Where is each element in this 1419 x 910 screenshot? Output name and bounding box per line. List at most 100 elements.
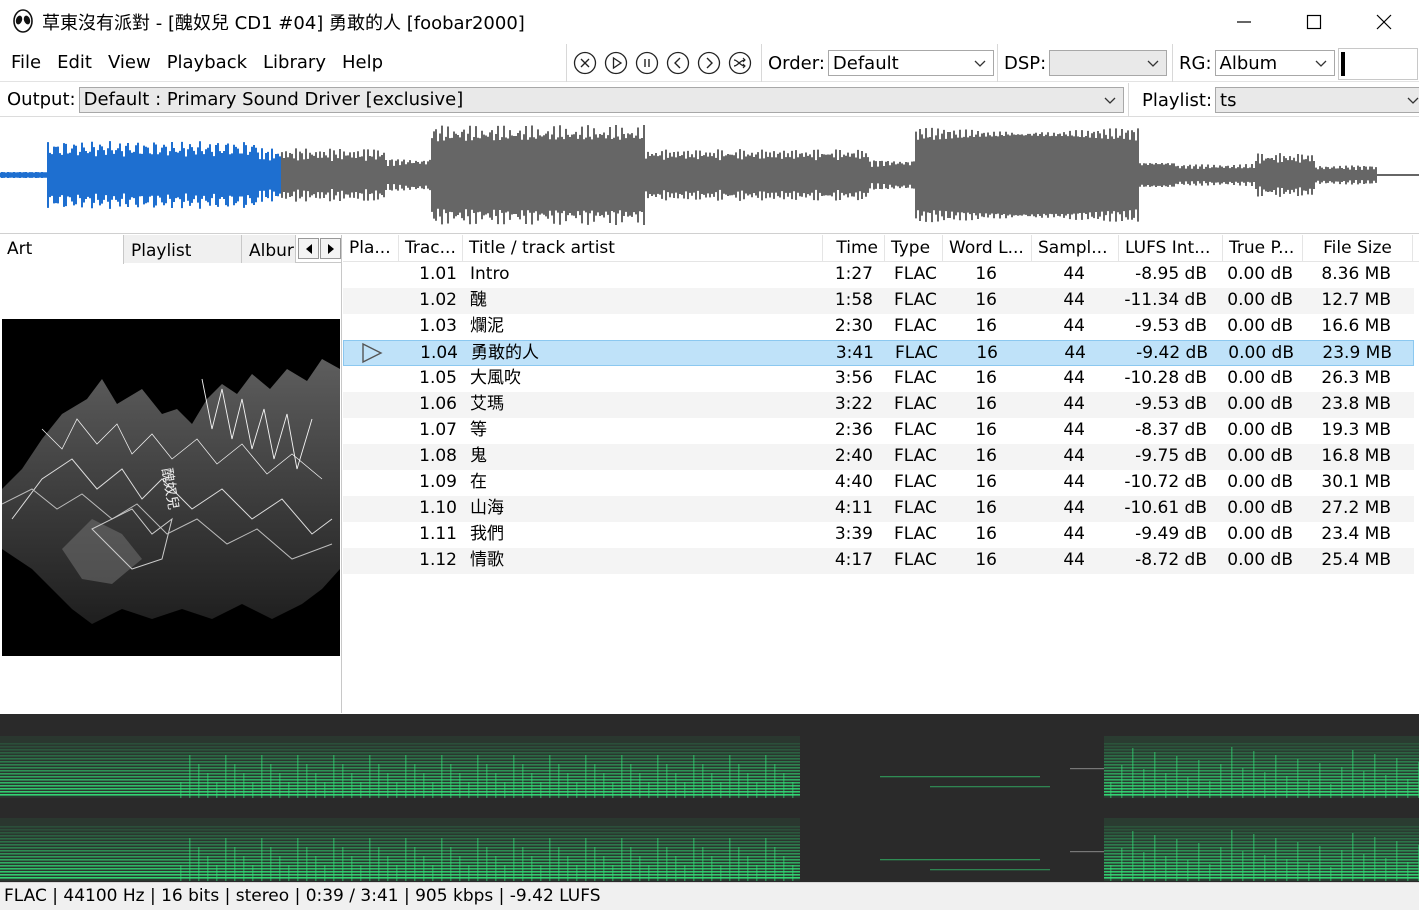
track-type: FLAC (894, 394, 937, 414)
rg-select[interactable]: Album (1214, 50, 1335, 76)
output-select[interactable]: Default : Primary Sound Driver [exclusiv… (78, 86, 1124, 113)
track-number: 1.11 (419, 524, 457, 544)
track-title: Intro (470, 264, 510, 284)
output-row: Output: Default : Primary Sound Driver [… (0, 83, 1419, 117)
volume-level (1341, 52, 1345, 76)
track-title: 情歌 (470, 550, 504, 570)
track-file-size: 16.6 MB (1321, 316, 1391, 336)
column-word-length[interactable]: Word L... (943, 235, 1032, 262)
menu-help[interactable]: Help (334, 44, 391, 82)
caret-right-icon (327, 243, 334, 254)
track-number: 1.07 (419, 420, 457, 440)
waveform-played (0, 141, 281, 209)
track-sample-rate: 44 (1063, 420, 1085, 440)
menu-playback[interactable]: Playback (159, 44, 255, 82)
track-file-size: 8.36 MB (1321, 264, 1391, 284)
track-file-size: 16.8 MB (1321, 446, 1391, 466)
table-row[interactable]: 1.03 爛泥 2:30 FLAC 16 44 -9.53 dB 0.00 dB 16.6 MB (343, 314, 1414, 340)
chevron-down-icon (1147, 60, 1159, 67)
menu-edit[interactable]: Edit (49, 44, 100, 82)
track-time: 3:39 (834, 524, 873, 544)
column-title[interactable]: Title / track artist (463, 235, 823, 262)
track-sample-rate: 44 (1063, 550, 1085, 570)
chevron-down-icon (1407, 97, 1419, 104)
minimize-button[interactable] (1209, 0, 1279, 44)
maximize-button[interactable] (1279, 0, 1349, 44)
track-sample-rate: 44 (1063, 498, 1085, 518)
table-row[interactable]: 1.12 情歌 4:17 FLAC 16 44 -8.72 dB 0.00 dB 25.4 MB (343, 548, 1414, 574)
column-true-peak[interactable]: True P... (1223, 235, 1303, 262)
tab-art[interactable]: Art (0, 235, 124, 264)
track-lufs: -9.53 dB (1135, 316, 1207, 336)
track-title: 在 (470, 472, 487, 492)
column-sample-rate[interactable]: Sampl... (1032, 235, 1119, 262)
close-button[interactable] (1349, 0, 1419, 44)
track-time: 3:22 (834, 394, 873, 414)
minimize-icon (1237, 21, 1251, 23)
track-true-peak: 0.00 dB (1227, 472, 1293, 492)
table-row[interactable]: 1.01 Intro 1:27 FLAC 16 44 -8.95 dB 0.00 dB 8.36… (343, 262, 1414, 288)
track-sample-rate: 44 (1064, 343, 1086, 363)
spectrogram-graphic (0, 736, 1419, 881)
dsp-select[interactable] (1049, 50, 1168, 76)
column-lufs[interactable]: LUFS Int... (1119, 235, 1223, 262)
menu-file[interactable]: File (0, 44, 49, 82)
previous-icon[interactable] (666, 51, 690, 75)
table-row[interactable]: 1.04 勇敢的人 3:41 FLAC 16 44 -9.42 dB 0.00 dB 23.9 … (343, 340, 1414, 366)
table-row[interactable]: 1.10 山海 4:11 FLAC 16 44 -10.61 dB 0.00 dB 27.2 M… (343, 496, 1414, 522)
output-value: Default : Primary Sound Driver [exclusiv… (83, 89, 464, 110)
track-type: FLAC (894, 550, 937, 570)
playlist-select[interactable]: ts (1215, 87, 1419, 113)
track-word-length: 16 (975, 368, 997, 388)
table-row[interactable]: 1.09 在 4:40 FLAC 16 44 -10.72 dB 0.00 dB 30.1 MB (343, 470, 1414, 496)
menu-view[interactable]: View (100, 44, 159, 82)
waveform-seekbar[interactable] (0, 117, 1419, 234)
column-type[interactable]: Type (885, 235, 943, 262)
track-title: 鬼 (470, 446, 487, 466)
track-word-length: 16 (975, 264, 997, 284)
album-art-image: 醜奴兒 (2, 319, 340, 656)
table-row[interactable]: 1.07 等 2:36 FLAC 16 44 -8.37 dB 0.00 dB 19.3 MB (343, 418, 1414, 444)
table-row[interactable]: 1.05 大風吹 3:56 FLAC 16 44 -10.28 dB 0.00 dB 26.3 … (343, 366, 1414, 392)
order-select[interactable]: Default (827, 50, 994, 76)
pause-icon[interactable] (635, 51, 659, 75)
table-row[interactable]: 1.06 艾瑪 3:22 FLAC 16 44 -9.53 dB 0.00 dB 23.8 MB (343, 392, 1414, 418)
play-icon[interactable] (604, 51, 628, 75)
track-true-peak: 0.00 dB (1227, 316, 1293, 336)
playlist-view[interactable]: Pla... Trac... Title / track artist Time… (343, 235, 1419, 713)
track-time: 3:41 (835, 343, 874, 363)
track-word-length: 16 (975, 472, 997, 492)
tab-album[interactable]: Albur (242, 235, 296, 263)
track-title: 等 (470, 420, 487, 440)
waveform-remaining (281, 125, 1419, 225)
playlist-control: Playlist: ts (1128, 83, 1419, 117)
tab-playlist[interactable]: Playlist (124, 235, 242, 263)
track-true-peak: 0.00 dB (1227, 446, 1293, 466)
tab-scroll-right-button[interactable] (320, 238, 341, 259)
column-playing[interactable]: Pla... (343, 235, 399, 262)
replaygain-control: RG: Album (1172, 44, 1335, 82)
spectrogram (0, 714, 1419, 882)
track-word-length: 16 (975, 420, 997, 440)
column-time[interactable]: Time (823, 235, 885, 262)
stop-icon[interactable] (573, 51, 597, 75)
track-title: 山海 (470, 498, 504, 518)
next-icon[interactable] (697, 51, 721, 75)
playlist-value: ts (1220, 89, 1237, 111)
volume-meter[interactable] (1338, 48, 1418, 80)
menu-library[interactable]: Library (255, 44, 334, 82)
track-sample-rate: 44 (1063, 316, 1085, 336)
track-lufs: -9.53 dB (1135, 394, 1207, 414)
track-sample-rate: 44 (1063, 368, 1085, 388)
column-track[interactable]: Trac... (399, 235, 463, 262)
track-file-size: 26.3 MB (1321, 368, 1391, 388)
table-row[interactable]: 1.02 醜 1:58 FLAC 16 44 -11.34 dB 0.00 dB 12.7 MB (343, 288, 1414, 314)
tab-scroll-left-button[interactable] (298, 238, 319, 259)
random-icon[interactable] (728, 51, 752, 75)
table-row[interactable]: 1.08 鬼 2:40 FLAC 16 44 -9.75 dB 0.00 dB 16.8 MB (343, 444, 1414, 470)
track-time: 4:17 (834, 550, 873, 570)
track-number: 1.04 (420, 343, 458, 363)
status-bar: FLAC | 44100 Hz | 16 bits | stereo | 0:3… (0, 882, 1419, 910)
column-file-size[interactable]: File Size (1303, 235, 1413, 262)
table-row[interactable]: 1.11 我們 3:39 FLAC 16 44 -9.49 dB 0.00 dB 23.4 MB (343, 522, 1414, 548)
